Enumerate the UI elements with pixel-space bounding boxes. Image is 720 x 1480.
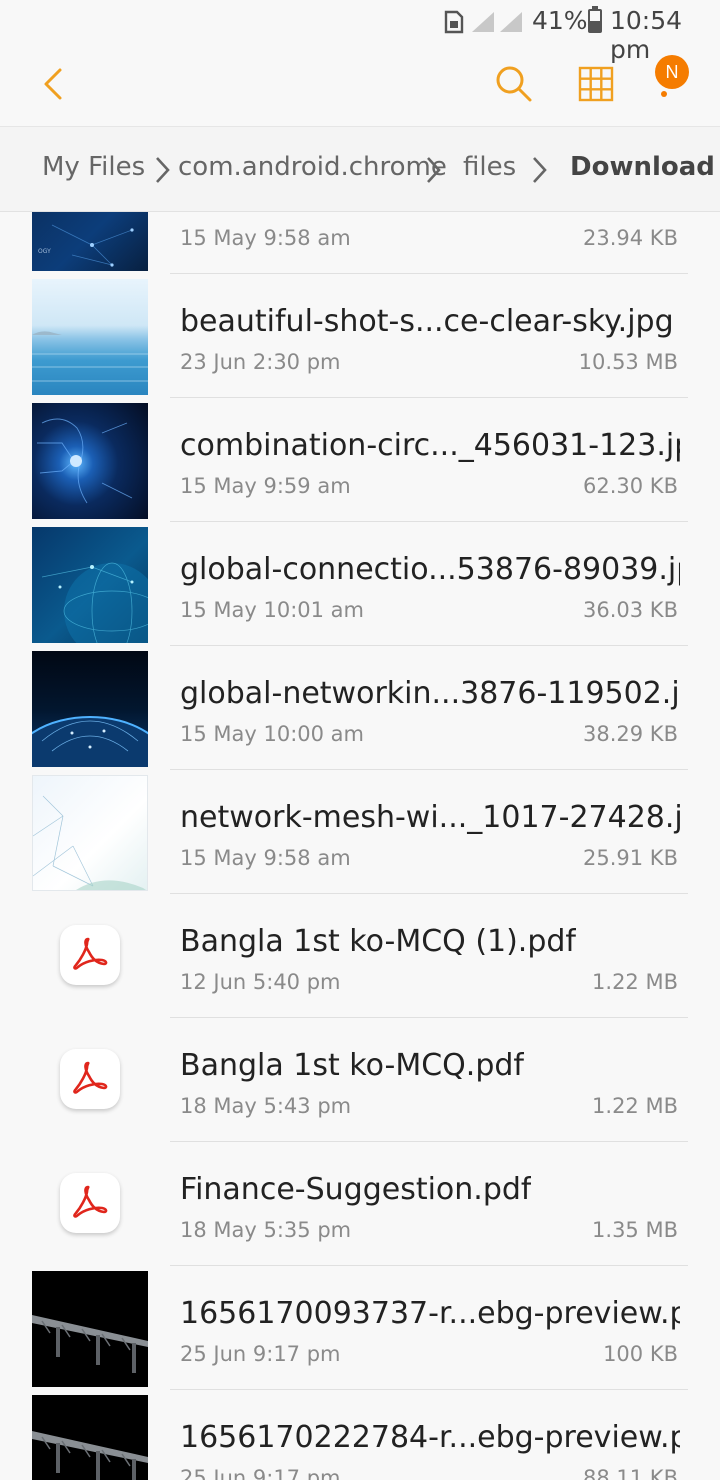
svg-text:OGY: OGY (38, 248, 51, 255)
file-size: 25.91 KB (583, 846, 678, 870)
more-options-dot[interactable] (661, 91, 667, 97)
file-name: Finance-Suggestion.pdf (180, 1172, 532, 1207)
breadcrumb-my-files[interactable]: My Files (42, 152, 145, 182)
list-item[interactable]: Finance-Suggestion.pdf 18 May 5:35 pm 1.… (0, 1142, 720, 1266)
file-date: 23 Jun 2:30 pm (180, 350, 341, 374)
file-size: 38.29 KB (583, 722, 678, 746)
file-name: combination-circ..._456031-123.jpg (180, 428, 680, 463)
chevron-right-icon (156, 157, 170, 183)
battery-percent: 41% (532, 6, 588, 35)
file-date: 18 May 5:43 pm (180, 1094, 352, 1118)
file-size: 62.30 KB (583, 474, 678, 498)
bridge-image (32, 1271, 148, 1387)
file-name: 1656170222784-r...ebg-preview.png (180, 1420, 680, 1455)
file-date: 15 May 9:58 am (180, 226, 351, 250)
grid-view-icon[interactable] (578, 66, 614, 102)
file-size: 1.35 MB (592, 1218, 678, 1242)
earth-night-image (32, 651, 148, 767)
network-blue-image: OGY (32, 212, 148, 271)
file-name: Bangla 1st ko-MCQ (1).pdf (180, 924, 576, 959)
file-date: 15 May 9:59 am (180, 474, 351, 498)
signal-icon (472, 12, 494, 32)
bridge-image (32, 1395, 148, 1480)
file-size: 23.94 KB (583, 226, 678, 250)
chevron-right-icon (533, 157, 547, 183)
sim-card-icon (444, 10, 464, 34)
list-item[interactable]: global-networkin...3876-119502.jpg 15 Ma… (0, 646, 720, 770)
signal-icon (500, 12, 522, 32)
file-date: 25 Jun 9:17 pm (180, 1466, 341, 1480)
file-name: beautiful-shot-s...ce-clear-sky.jpg (180, 304, 674, 339)
file-size: 88.11 KB (583, 1466, 678, 1480)
globe-network-image (32, 527, 148, 643)
file-list: OGY 15 May 9:58 am 23.94 KB beautiful-sh… (0, 212, 720, 1480)
list-item[interactable]: combination-circ..._456031-123.jpg 15 Ma… (0, 398, 720, 522)
file-name: 1656170093737-r...ebg-preview.png (180, 1296, 680, 1331)
list-item[interactable]: 1656170093737-r...ebg-preview.png 25 Jun… (0, 1266, 720, 1390)
sea-sky-image (32, 279, 148, 395)
chevron-right-icon (427, 157, 441, 183)
app-bar: N (0, 44, 720, 126)
pdf-icon (60, 1173, 120, 1233)
file-name: global-connectio...53876-89039.jpg (180, 552, 680, 587)
breadcrumb: My Files com.android.chrome files Downlo… (0, 126, 720, 212)
list-item[interactable]: beautiful-shot-s...ce-clear-sky.jpg 23 J… (0, 274, 720, 398)
file-size: 10.53 MB (578, 350, 678, 374)
mesh-light-image (32, 775, 148, 891)
file-date: 18 May 5:35 pm (180, 1218, 352, 1242)
breadcrumb-download: Download (570, 152, 715, 182)
file-size: 100 KB (603, 1342, 678, 1366)
file-date: 15 May 10:01 am (180, 598, 365, 622)
list-item[interactable]: 1656170222784-r...ebg-preview.png 25 Jun… (0, 1390, 720, 1480)
breadcrumb-chrome[interactable]: com.android.chrome (178, 152, 447, 182)
breadcrumb-files[interactable]: files (463, 152, 516, 182)
search-icon[interactable] (494, 64, 534, 104)
circuit-head-image (32, 403, 148, 519)
battery-icon (588, 6, 602, 33)
file-size: 36.03 KB (583, 598, 678, 622)
list-item[interactable]: Bangla 1st ko-MCQ.pdf 18 May 5:43 pm 1.2… (0, 1018, 720, 1142)
file-date: 15 May 10:00 am (180, 722, 365, 746)
pdf-icon (60, 925, 120, 985)
file-date: 12 Jun 5:40 pm (180, 970, 341, 994)
file-date: 25 Jun 9:17 pm (180, 1342, 341, 1366)
file-size: 1.22 MB (592, 970, 678, 994)
file-date: 15 May 9:58 am (180, 846, 351, 870)
file-name: global-networkin...3876-119502.jpg (180, 676, 680, 711)
file-name: Bangla 1st ko-MCQ.pdf (180, 1048, 524, 1083)
account-avatar[interactable]: N (655, 55, 689, 89)
back-arrow-icon[interactable] (34, 64, 74, 104)
file-size: 1.22 MB (592, 1094, 678, 1118)
list-item[interactable]: global-connectio...53876-89039.jpg 15 Ma… (0, 522, 720, 646)
status-bar: 41% 10:54 pm (0, 0, 720, 64)
list-item[interactable]: network-mesh-wi..._1017-27428.jpg 15 May… (0, 770, 720, 894)
list-item[interactable]: Bangla 1st ko-MCQ (1).pdf 12 Jun 5:40 pm… (0, 894, 720, 1018)
list-item[interactable]: OGY 15 May 9:58 am 23.94 KB (0, 212, 720, 274)
file-name: network-mesh-wi..._1017-27428.jpg (180, 800, 680, 835)
pdf-icon (60, 1049, 120, 1109)
